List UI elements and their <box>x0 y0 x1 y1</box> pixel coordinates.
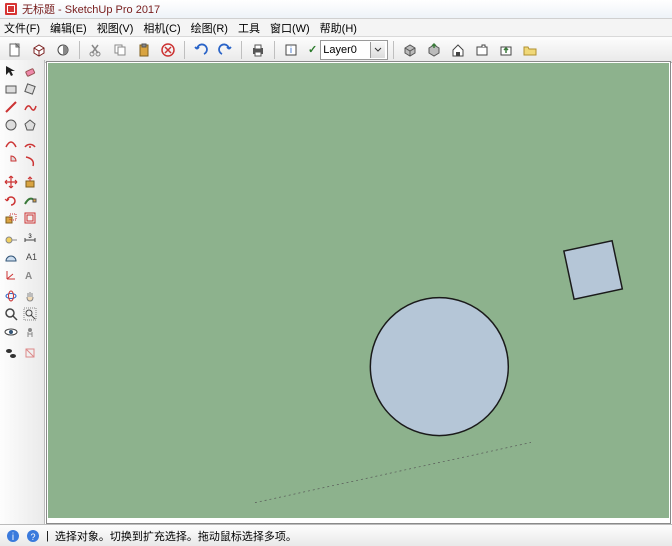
help-icon[interactable]: ? <box>26 529 40 543</box>
offset-tool-icon[interactable] <box>21 209 38 226</box>
followme-tool-icon[interactable] <box>21 191 38 208</box>
shadows-icon[interactable] <box>52 39 74 61</box>
layer-visible-check[interactable]: ✓ <box>308 43 317 56</box>
circle-shape[interactable] <box>370 298 508 436</box>
protractor-tool-icon[interactable] <box>2 248 19 265</box>
undo-icon[interactable] <box>190 39 212 61</box>
delete-icon[interactable] <box>157 39 179 61</box>
redo-icon[interactable] <box>214 39 236 61</box>
model-info-icon[interactable]: i <box>280 39 302 61</box>
text-tool-icon[interactable]: A1 <box>21 248 38 265</box>
upload-icon[interactable] <box>495 39 517 61</box>
orbit-tool-icon[interactable] <box>2 287 19 304</box>
toolbar-separator <box>184 41 185 59</box>
component-icon[interactable] <box>28 39 50 61</box>
copy-icon[interactable] <box>109 39 131 61</box>
app-icon <box>4 2 18 16</box>
move-tool-icon[interactable] <box>2 173 19 190</box>
svg-text:3: 3 <box>28 234 32 240</box>
rotated-rect-tool-icon[interactable] <box>21 80 38 97</box>
svg-text:A1: A1 <box>26 252 37 262</box>
section-tool-icon[interactable] <box>21 344 38 361</box>
zoom-extents-tool-icon[interactable] <box>21 305 38 322</box>
home-icon[interactable] <box>447 39 469 61</box>
cut-icon[interactable] <box>85 39 107 61</box>
layer-selector: ✓ Layer0 <box>308 40 388 60</box>
warehouse-cube-icon[interactable] <box>399 39 421 61</box>
tool-palette: 3 A1 A <box>0 60 45 525</box>
viewport[interactable] <box>46 61 671 524</box>
pie-tool-icon[interactable] <box>2 152 19 169</box>
pan-tool-icon[interactable] <box>21 287 38 304</box>
status-text: 选择对象。切换到扩充选择。拖动鼠标选择多项。 <box>55 528 297 544</box>
rotate-tool-icon[interactable] <box>2 191 19 208</box>
arc2-tool-icon[interactable] <box>21 134 38 151</box>
arc3-tool-icon[interactable] <box>21 152 38 169</box>
chevron-down-icon <box>370 42 385 58</box>
paste-icon[interactable] <box>133 39 155 61</box>
toolbar-separator <box>241 41 242 59</box>
menu-tools[interactable]: 工具 <box>238 20 260 36</box>
eraser-tool-icon[interactable] <box>21 62 38 79</box>
menu-help[interactable]: 帮助(H) <box>320 20 357 36</box>
svg-text:i: i <box>290 45 292 55</box>
print-icon[interactable] <box>247 39 269 61</box>
svg-text:A: A <box>25 271 32 282</box>
menu-window[interactable]: 窗口(W) <box>270 20 310 36</box>
info-icon[interactable]: i <box>6 529 20 543</box>
toolbar-separator <box>79 41 80 59</box>
svg-text:?: ? <box>30 532 35 542</box>
toolbar-separator <box>274 41 275 59</box>
zoom-tool-icon[interactable] <box>2 305 19 322</box>
menu-camera[interactable]: 相机(C) <box>143 20 180 36</box>
menu-view[interactable]: 视图(V) <box>97 20 134 36</box>
dimension-tool-icon[interactable]: 3 <box>21 230 38 247</box>
warehouse-share-icon[interactable] <box>423 39 445 61</box>
extension-icon[interactable] <box>471 39 493 61</box>
freehand-tool-icon[interactable] <box>21 98 38 115</box>
rectangle-tool-icon[interactable] <box>2 80 19 97</box>
walk-tool-icon[interactable] <box>2 344 19 361</box>
menu-bar: 文件(F) 编辑(E) 视图(V) 相机(C) 绘图(R) 工具 窗口(W) 帮… <box>0 19 672 37</box>
pushpull-tool-icon[interactable] <box>21 173 38 190</box>
title-bar: 无标题 - SketchUp Pro 2017 <box>0 0 672 19</box>
new-file-icon[interactable] <box>4 39 26 61</box>
layer-name: Layer0 <box>323 44 357 56</box>
menu-file[interactable]: 文件(F) <box>4 20 40 36</box>
line-tool-icon[interactable] <box>2 98 19 115</box>
window-title: 无标题 - SketchUp Pro 2017 <box>22 1 160 17</box>
3dtext-tool-icon[interactable]: A <box>21 266 38 283</box>
scale-tool-icon[interactable] <box>2 209 19 226</box>
square-shape[interactable] <box>564 241 622 299</box>
tape-tool-icon[interactable] <box>2 230 19 247</box>
circle-tool-icon[interactable] <box>2 116 19 133</box>
layer-dropdown[interactable]: Layer0 <box>320 40 388 60</box>
svg-text:i: i <box>12 532 14 543</box>
folder-icon[interactable] <box>519 39 541 61</box>
menu-draw[interactable]: 绘图(R) <box>191 20 228 36</box>
axes-tool-icon[interactable] <box>2 266 19 283</box>
select-tool-icon[interactable] <box>2 62 19 79</box>
status-divider: | <box>46 530 49 542</box>
menu-edit[interactable]: 编辑(E) <box>50 20 87 36</box>
lookaround-tool-icon[interactable] <box>2 323 19 340</box>
status-bar: i ? | 选择对象。切换到扩充选择。拖动鼠标选择多项。 <box>0 524 672 546</box>
polygon-tool-icon[interactable] <box>21 116 38 133</box>
position-camera-icon[interactable] <box>21 323 38 340</box>
canvas[interactable] <box>48 63 669 518</box>
arc-tool-icon[interactable] <box>2 134 19 151</box>
toolbar-separator <box>393 41 394 59</box>
